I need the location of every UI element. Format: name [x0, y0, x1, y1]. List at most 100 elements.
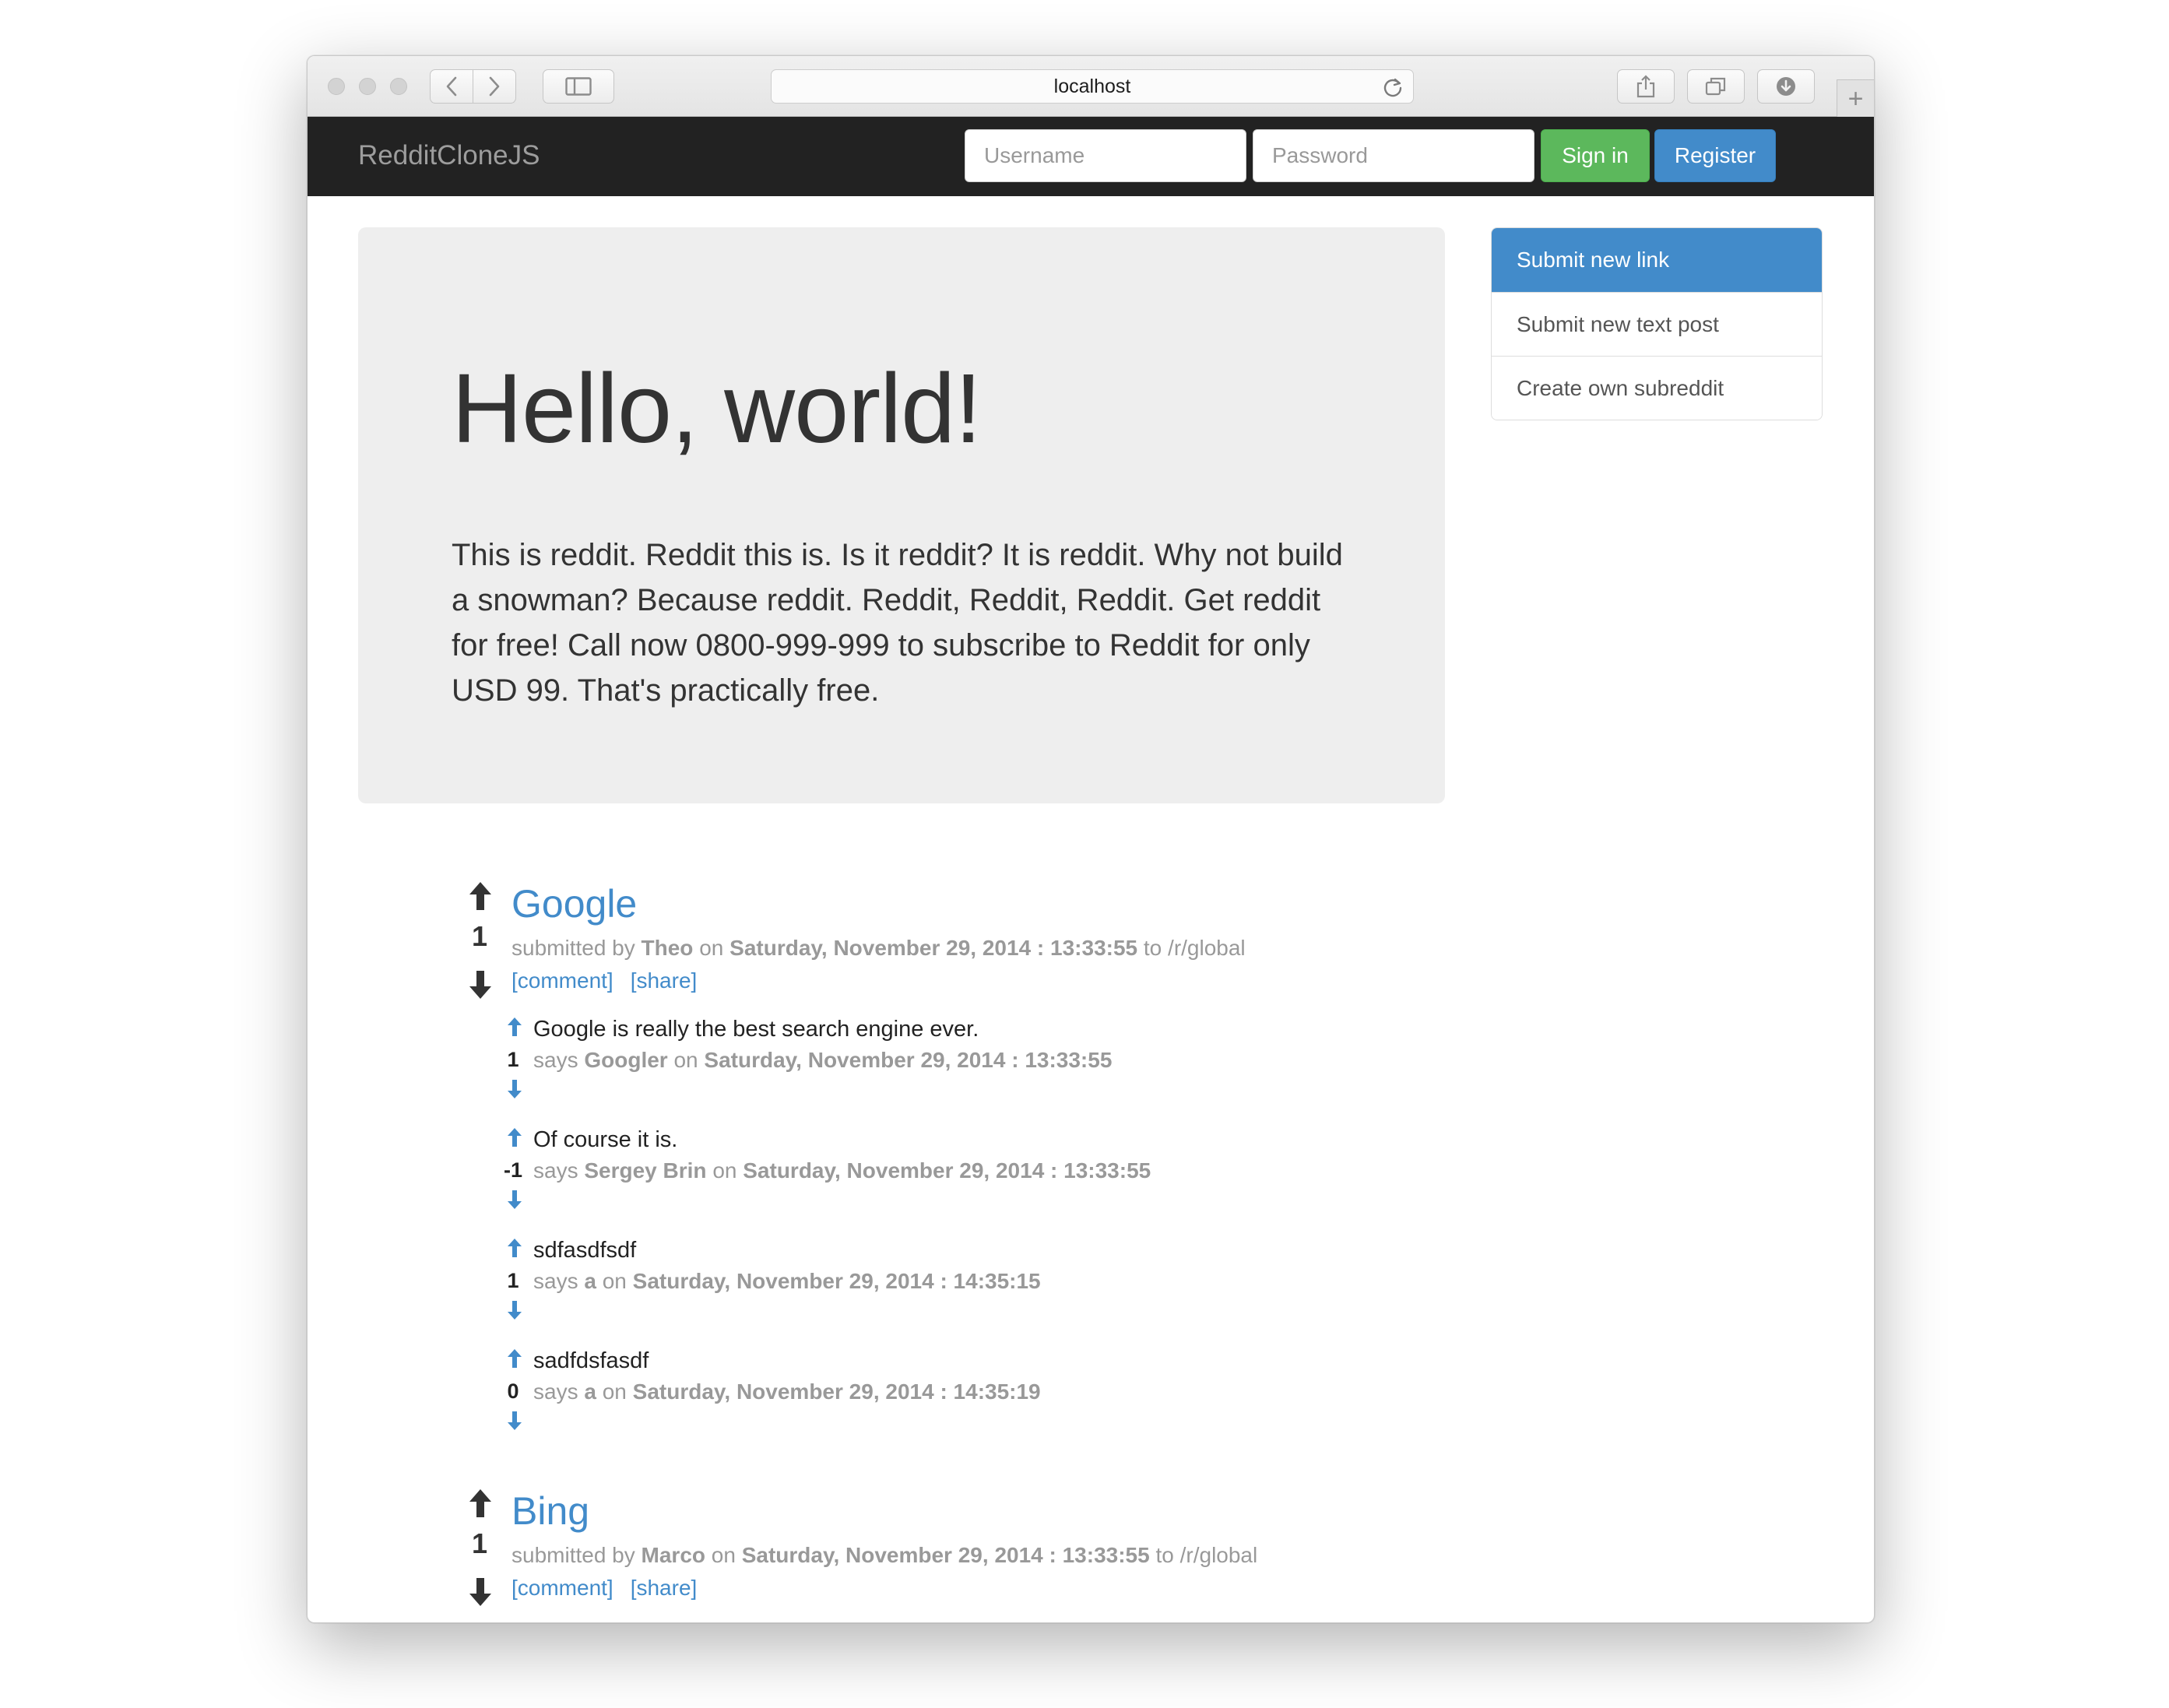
upvote-arrow-icon[interactable]	[469, 1488, 492, 1518]
forward-button[interactable]	[473, 69, 516, 104]
comment-score: 1	[507, 1048, 519, 1071]
comment-meta: says Googler on Saturday, November 29, 2…	[533, 1048, 1112, 1073]
comment-upvote-icon[interactable]	[507, 1017, 522, 1037]
share-link[interactable]: [share]	[631, 968, 698, 993]
meta-on: on	[711, 1543, 736, 1567]
meta-on: on	[699, 936, 724, 960]
browser-toolbar: localhost +	[308, 56, 1874, 117]
post-date: Saturday, November 29, 2014 : 13:33:55	[741, 1543, 1150, 1567]
comment-upvote-icon[interactable]	[507, 1238, 522, 1258]
comment-link[interactable]: [comment]	[511, 968, 613, 993]
post-subreddit: to /r/global	[1155, 1543, 1258, 1567]
close-window-button[interactable]	[328, 78, 345, 95]
post-title-link[interactable]: Bing	[511, 1492, 589, 1531]
comment-author: a	[584, 1379, 596, 1404]
register-button[interactable]: Register	[1654, 129, 1776, 182]
meta-submitted-by: submitted by	[511, 936, 635, 960]
tabs-overview-button[interactable]	[1687, 69, 1745, 104]
meta-submitted-by: submitted by	[511, 1543, 635, 1567]
post-score: 1	[471, 920, 488, 952]
post-title-link[interactable]: Google	[511, 884, 637, 923]
comment-author: a	[584, 1269, 596, 1293]
comment-date: Saturday, November 29, 2014 : 13:33:55	[704, 1048, 1113, 1072]
sign-in-button[interactable]: Sign in	[1541, 129, 1650, 182]
post-date: Saturday, November 29, 2014 : 13:33:55	[729, 936, 1138, 960]
meta-says: says	[533, 1158, 578, 1183]
comment-author: Googler	[584, 1048, 668, 1072]
comment-date: Saturday, November 29, 2014 : 13:33:55	[743, 1158, 1151, 1183]
comment-item: sdfasdfsdf 1 says a on Saturday, Novembe…	[505, 1238, 1595, 1334]
sidebar-toggle-button[interactable]	[543, 69, 614, 104]
meta-says: says	[533, 1048, 578, 1072]
sidebar-icon	[565, 77, 592, 96]
address-bar[interactable]: localhost	[771, 69, 1414, 104]
reload-icon[interactable]	[1382, 76, 1404, 104]
jumbotron-title: Hello, world!	[452, 353, 982, 463]
comment-text: Google is really the best search engine …	[533, 1017, 979, 1042]
username-input[interactable]	[965, 129, 1246, 182]
comment-meta: says a on Saturday, November 29, 2014 : …	[533, 1269, 1041, 1294]
brand-logo[interactable]: RedditCloneJS	[358, 140, 540, 171]
minimize-window-button[interactable]	[359, 78, 376, 95]
meta-says: says	[533, 1379, 578, 1404]
post-score: 1	[471, 1527, 488, 1559]
comment-downvote-icon[interactable]	[507, 1300, 522, 1320]
meta-on: on	[712, 1158, 737, 1183]
upvote-arrow-icon[interactable]	[469, 881, 492, 911]
meta-on: on	[673, 1048, 698, 1072]
comment-score: 1	[507, 1269, 519, 1292]
downloads-button[interactable]	[1757, 69, 1815, 104]
post-author: Theo	[641, 936, 694, 960]
meta-on: on	[602, 1379, 627, 1404]
comment-item: Of course it is. -1 says Sergey Brin on …	[504, 1127, 1595, 1224]
comment-item: sadfdsfasdf 0 says a on Saturday, Novemb…	[505, 1348, 1595, 1445]
chevron-right-icon	[489, 76, 500, 97]
share-link[interactable]: [share]	[631, 1576, 698, 1600]
address-text: localhost	[1053, 75, 1131, 97]
comment-text: sdfasdfsdf	[533, 1238, 637, 1263]
share-button[interactable]	[1617, 69, 1675, 104]
zoom-window-button[interactable]	[390, 78, 407, 95]
comment-score: 0	[507, 1379, 519, 1403]
downvote-arrow-icon[interactable]	[469, 1577, 492, 1607]
plus-icon: +	[1847, 83, 1864, 114]
submit-text-post-item[interactable]: Submit new text post	[1492, 292, 1822, 356]
comment-downvote-icon[interactable]	[507, 1079, 522, 1099]
share-icon	[1636, 75, 1655, 98]
downvote-arrow-icon[interactable]	[469, 970, 492, 1000]
create-subreddit-item[interactable]: Create own subreddit	[1492, 356, 1822, 420]
sidebar-actions: Submit new link Submit new text post Cre…	[1491, 227, 1823, 420]
meta-says: says	[533, 1269, 578, 1293]
back-button[interactable]	[430, 69, 473, 104]
post-subreddit: to /r/global	[1143, 936, 1246, 960]
comment-item: Google is really the best search engine …	[505, 1017, 1595, 1113]
comment-meta: says Sergey Brin on Saturday, November 2…	[533, 1158, 1151, 1183]
comment-downvote-icon[interactable]	[507, 1190, 522, 1210]
post-item: 1 Google submitted by Theo on Saturday, …	[460, 881, 1706, 1430]
password-input[interactable]	[1253, 129, 1534, 182]
post-links: [comment] [share]	[511, 968, 714, 993]
browser-window: localhost + RedditCloneJS Sign in Regist…	[307, 55, 1875, 1623]
comment-author: Sergey Brin	[584, 1158, 707, 1183]
navbar: RedditCloneJS Sign in Register	[308, 117, 1874, 196]
post-author: Marco	[641, 1543, 705, 1567]
tabs-icon	[1705, 77, 1726, 96]
comment-link[interactable]: [comment]	[511, 1576, 613, 1600]
post-meta: submitted by Marco on Saturday, November…	[511, 1543, 1257, 1568]
download-icon	[1777, 77, 1795, 96]
new-tab-button[interactable]: +	[1837, 79, 1874, 117]
comment-date: Saturday, November 29, 2014 : 14:35:19	[632, 1379, 1041, 1404]
comment-upvote-icon[interactable]	[507, 1127, 522, 1147]
comment-date: Saturday, November 29, 2014 : 14:35:15	[632, 1269, 1041, 1293]
comment-score: -1	[503, 1158, 522, 1182]
jumbotron-text: This is reddit. Reddit this is. Is it re…	[452, 538, 1343, 708]
post-meta: submitted by Theo on Saturday, November …	[511, 936, 1246, 961]
chevron-left-icon	[446, 76, 457, 97]
jumbotron: Hello, world! This is reddit. Reddit thi…	[358, 227, 1445, 803]
submit-link-item[interactable]: Submit new link	[1492, 228, 1822, 292]
comment-upvote-icon[interactable]	[507, 1348, 522, 1369]
post-links: [comment] [share]	[511, 1576, 714, 1601]
comment-downvote-icon[interactable]	[507, 1411, 522, 1431]
meta-on: on	[602, 1269, 627, 1293]
post-item: 1 Bing submitted by Marco on Saturday, N…	[460, 1488, 1706, 1621]
